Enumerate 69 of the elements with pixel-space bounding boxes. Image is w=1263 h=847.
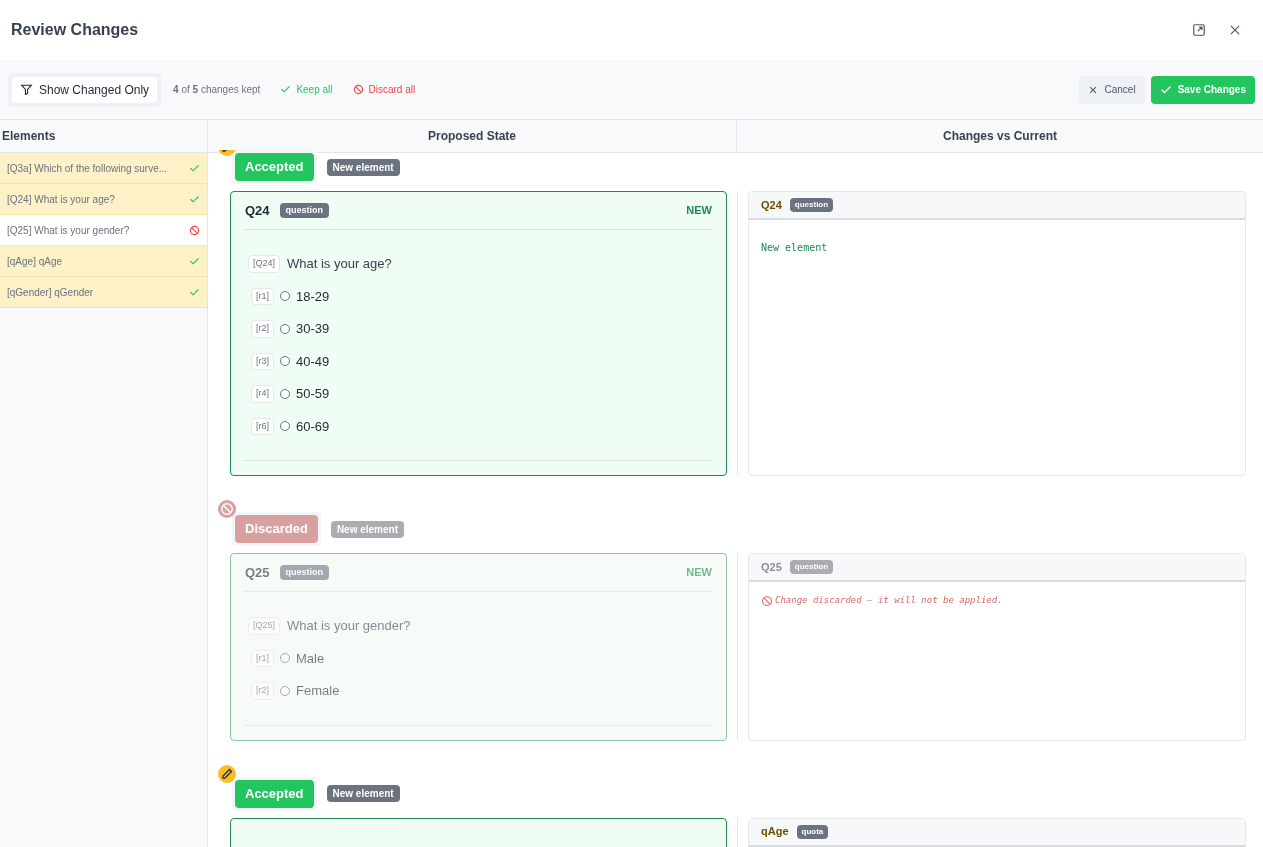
cancel-button[interactable]: Cancel — [1079, 75, 1145, 104]
filter-button[interactable]: Show Changed Only — [12, 76, 158, 103]
option-label: 40-49 — [296, 352, 330, 371]
element-item[interactable]: [Q24] What is your age? — [0, 184, 207, 215]
check-icon — [280, 84, 292, 95]
dialog-title: Review Changes — [11, 20, 139, 40]
element-id: Q25 — [761, 559, 782, 575]
element-item[interactable]: [qGender] qGender — [0, 277, 207, 308]
option-label: Male — [296, 649, 325, 668]
type-tag: quota — [796, 824, 829, 839]
column-header: Changes vs Current — [943, 128, 1057, 145]
code-tag: [r2] — [251, 682, 274, 700]
expand-icon — [1192, 23, 1206, 37]
code-tag: [r1] — [251, 287, 274, 305]
option-label: 18-29 — [296, 287, 330, 306]
element-id: Q24 — [761, 197, 782, 213]
type-tag: question — [789, 198, 834, 212]
radio-button[interactable] — [280, 388, 290, 399]
option-label: 50-59 — [296, 385, 330, 403]
element-id: Q24 — [245, 201, 270, 220]
element-id: qAge — [761, 824, 789, 840]
type-tag: question — [789, 560, 834, 574]
option-label: 30-39 — [296, 320, 330, 338]
diff-text: New element — [761, 242, 828, 253]
new-label: NEW — [686, 565, 712, 581]
check-icon — [189, 286, 200, 298]
new-label: NEW — [686, 203, 712, 219]
code-tag: [r2] — [251, 320, 274, 338]
check-icon — [189, 162, 200, 174]
question-text: What is your age? — [287, 255, 392, 273]
close-icon — [1228, 23, 1242, 37]
diff-text: Change discarded — it will not be applied. — [775, 594, 1003, 607]
changes-summary: 4 of 5 changes kept — [173, 83, 261, 97]
code-tag: [r6] — [251, 417, 274, 435]
radio-button[interactable] — [280, 421, 290, 432]
close-button[interactable] — [1228, 23, 1242, 37]
radio-button[interactable] — [280, 291, 290, 302]
option-label: Female — [296, 682, 340, 700]
question-text: What is your gender? — [287, 617, 411, 635]
type-tag: question — [279, 202, 330, 219]
code-tag: [r1] — [251, 649, 274, 667]
radio-button[interactable] — [280, 356, 290, 367]
column-header: Elements — [2, 128, 56, 145]
element-item[interactable]: [Q3a] Which of the following surve... — [0, 153, 207, 184]
element-id: Q25 — [245, 563, 270, 582]
ban-icon — [761, 594, 773, 607]
change-tag: New element — [326, 158, 400, 176]
check-icon — [189, 193, 200, 205]
discard-all-button[interactable]: Discard all — [352, 82, 416, 97]
type-tag: question — [279, 564, 330, 581]
filter-icon — [20, 83, 33, 96]
code-tag: [Q25] — [248, 617, 280, 635]
option-label: 60-69 — [296, 417, 330, 436]
radio-button[interactable] — [280, 685, 290, 696]
change-tag: New element — [330, 520, 404, 538]
ban-icon — [352, 84, 364, 95]
element-item[interactable]: [qAge] qAge — [0, 246, 207, 277]
column-header: Proposed State — [428, 128, 516, 145]
ban-icon — [189, 224, 200, 236]
close-icon — [1088, 84, 1099, 95]
radio-button[interactable] — [280, 653, 290, 664]
expand-button[interactable] — [1192, 23, 1206, 37]
code-tag: [r3] — [251, 352, 274, 370]
code-tag: [Q24] — [248, 255, 280, 273]
code-tag: [r4] — [251, 385, 274, 403]
check-icon — [189, 255, 200, 267]
element-item[interactable]: [Q25] What is your gender? — [0, 215, 207, 246]
radio-button[interactable] — [280, 323, 290, 334]
change-tag: New element — [326, 785, 400, 802]
